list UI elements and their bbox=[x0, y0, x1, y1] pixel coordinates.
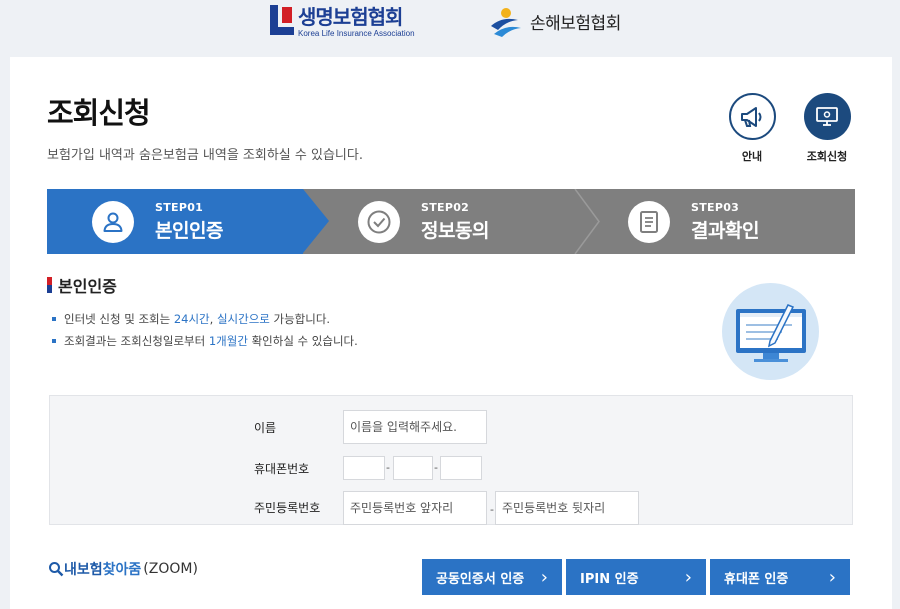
phone-label: 휴대폰번호 bbox=[254, 462, 310, 476]
main-card: 조회신청 보험가입 내역과 숨은보험금 내역을 조회하실 수 있습니다. 안내 … bbox=[10, 57, 892, 609]
phone-separator: - bbox=[386, 461, 390, 474]
guide-link-label: 안내 bbox=[741, 150, 763, 163]
identity-form: 이름 휴대폰번호 - - 주민등록번호 - bbox=[49, 395, 853, 525]
phone-last-input[interactable] bbox=[440, 456, 482, 480]
phone-separator: - bbox=[434, 461, 438, 474]
magnifier-icon bbox=[49, 562, 64, 577]
rrn-back-input[interactable] bbox=[495, 491, 639, 525]
logo-bar: 생명보험협회 Korea Life Insurance Association … bbox=[0, 0, 900, 48]
step-separator bbox=[574, 189, 600, 254]
monitor-icon bbox=[803, 93, 851, 140]
name-label: 이름 bbox=[254, 421, 277, 435]
computer-illustration bbox=[722, 283, 819, 380]
ipin-auth-label: IPIN 인증 bbox=[580, 571, 639, 587]
phone-prefix-input[interactable] bbox=[343, 456, 385, 480]
notice-item: 조회결과는 조회신청일로부터 1개월간 확인하실 수 있습니다. bbox=[52, 335, 358, 348]
phone-auth-label: 휴대폰 인증 bbox=[724, 571, 789, 587]
name-input[interactable] bbox=[343, 410, 487, 444]
nonlife-logo-mark-icon bbox=[488, 4, 524, 38]
notice-list: 인터넷 신청 및 조회는 24시간, 실시간으로 가능합니다. 조회결과는 조회… bbox=[52, 313, 358, 357]
step-2: STEP02 정보동의 bbox=[358, 189, 489, 254]
ipin-auth-button[interactable]: IPIN 인증 › bbox=[566, 559, 706, 595]
section-marker-icon bbox=[47, 277, 52, 293]
life-insurance-association-logo[interactable]: 생명보험협회 Korea Life Insurance Association bbox=[270, 5, 415, 38]
step-3-number: STEP03 bbox=[691, 200, 740, 214]
document-icon bbox=[628, 200, 670, 243]
user-icon bbox=[92, 200, 134, 243]
phone-middle-input[interactable] bbox=[393, 456, 433, 480]
check-icon bbox=[358, 200, 400, 243]
nonlife-logo-name: 손해보험협회 bbox=[530, 13, 621, 34]
life-logo-subtitle: Korea Life Insurance Association bbox=[298, 29, 415, 38]
step-3-name: 결과확인 bbox=[691, 219, 759, 242]
step-1: STEP01 본인인증 bbox=[92, 189, 223, 254]
zoom-text-2: 찾아줌 bbox=[102, 562, 142, 578]
notice-item: 인터넷 신청 및 조회는 24시간, 실시간으로 가능합니다. bbox=[52, 313, 358, 326]
chevron-right-icon: › bbox=[828, 566, 836, 588]
certificate-auth-label: 공동인증서 인증 bbox=[436, 571, 525, 587]
inquiry-request-link-label: 조회신청 bbox=[806, 150, 848, 163]
nonlife-insurance-association-logo[interactable]: 손해보험협회 bbox=[488, 4, 621, 38]
rrn-front-input[interactable] bbox=[343, 491, 487, 525]
megaphone-icon bbox=[728, 93, 776, 140]
rrn-separator: - bbox=[490, 503, 494, 516]
certificate-auth-button[interactable]: 공동인증서 인증 › bbox=[422, 559, 562, 595]
page-description: 보험가입 내역과 숨은보험금 내역을 조회하실 수 있습니다. bbox=[47, 148, 363, 163]
page-title: 조회신청 bbox=[47, 96, 151, 130]
step-1-number: STEP01 bbox=[155, 200, 204, 214]
chevron-right-icon: › bbox=[684, 566, 692, 588]
step-1-name: 본인인증 bbox=[155, 219, 223, 242]
rrn-label: 주민등록번호 bbox=[254, 501, 321, 515]
zoom-text-1: 내보험 bbox=[64, 562, 103, 578]
phone-auth-button[interactable]: 휴대폰 인증 › bbox=[710, 559, 850, 595]
zoom-service-logo[interactable]: 내보험 찾아줌 (ZOOM) bbox=[48, 559, 198, 579]
step-progress-bar: STEP01 본인인증 STEP02 정보동의 STEP03 결과확인 bbox=[47, 189, 855, 254]
life-logo-mark-icon bbox=[270, 5, 294, 35]
chevron-right-icon: › bbox=[540, 566, 548, 588]
step-2-name: 정보동의 bbox=[421, 219, 489, 242]
guide-link[interactable]: 안내 bbox=[722, 93, 782, 164]
section-title: 본인인증 bbox=[47, 273, 117, 297]
step-3: STEP03 결과확인 bbox=[628, 189, 759, 254]
zoom-text-3: (ZOOM) bbox=[143, 561, 198, 577]
life-logo-name: 생명보험협회 bbox=[298, 5, 403, 29]
inquiry-request-link[interactable]: 조회신청 bbox=[797, 93, 857, 164]
step-2-number: STEP02 bbox=[421, 200, 470, 214]
section-title-text: 본인인증 bbox=[58, 277, 117, 296]
